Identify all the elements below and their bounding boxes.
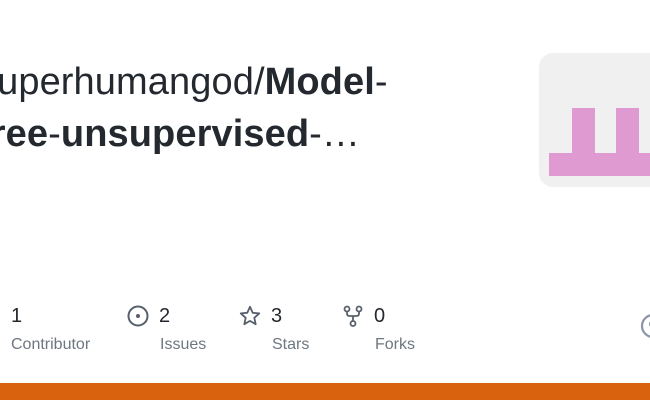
repo-name-part-3[interactable]: unsupervised [61, 113, 309, 155]
stat-contributors[interactable]: 1 Contributor [11, 302, 90, 354]
repo-social-card: superhumangod/Model- free-unsupervised-…… [0, 0, 650, 400]
stat-stars[interactable]: 3 Stars [239, 302, 309, 354]
repo-title-line-1: superhumangod/Model- [0, 56, 498, 108]
contributors-count: 1 [11, 304, 23, 327]
stat-issues[interactable]: 2 Issues [127, 302, 206, 354]
issues-count: 2 [159, 304, 171, 327]
repo-name-hyphen-1: - [374, 61, 388, 103]
owner-avatar[interactable] [539, 53, 650, 187]
stars-label: Stars [272, 336, 310, 353]
repo-stats: 1 Contributor 2 Issues 3 Stars 0 Forks [0, 302, 650, 362]
forks-count: 0 [374, 304, 386, 327]
github-logo-icon [640, 312, 650, 340]
contributors-label: Contributor [11, 336, 91, 353]
issue-opened-icon [127, 305, 149, 327]
repo-owner[interactable]: superhumangod/ [0, 61, 265, 103]
repo-name-part-1[interactable]: Model [265, 61, 375, 103]
repo-name-part-2[interactable]: free [0, 113, 48, 155]
stars-count: 3 [271, 304, 283, 327]
repo-forked-icon [342, 305, 364, 327]
issues-label: Issues [160, 336, 207, 353]
identicon-image [549, 108, 650, 176]
stat-forks[interactable]: 0 Forks [342, 302, 415, 354]
repo-name-ellipsis: -… [309, 113, 361, 155]
language-color-bar [0, 383, 650, 400]
repo-title[interactable]: superhumangod/Model- free-unsupervised-… [0, 56, 498, 160]
forks-label: Forks [375, 336, 415, 353]
repo-title-line-2: free-unsupervised-… [0, 108, 498, 160]
repo-name-hyphen-2: - [48, 113, 61, 155]
star-icon [239, 305, 261, 327]
